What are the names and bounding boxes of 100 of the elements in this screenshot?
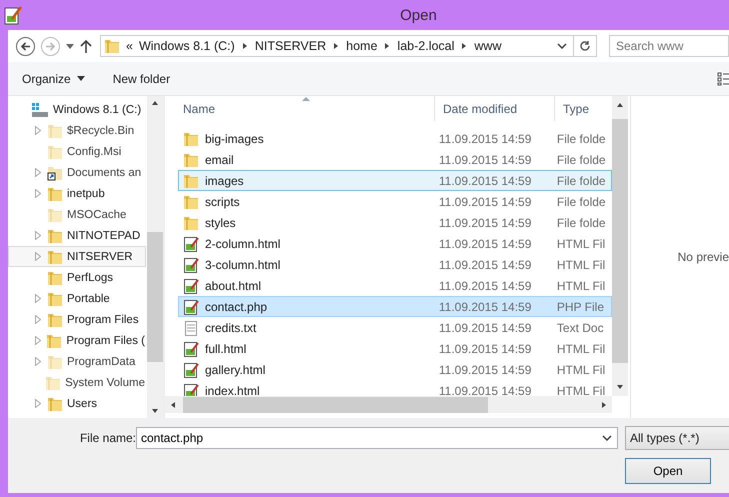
expand-arrow-icon[interactable] <box>35 252 41 261</box>
file-row[interactable]: contact.php 11.09.2015 14:59 PHP File <box>178 296 612 317</box>
tree-item-label: Users <box>67 398 98 410</box>
scroll-down-icon <box>151 407 159 415</box>
tree-item[interactable]: MSOCache <box>8 204 146 225</box>
tree-item-label: $Recycle.Bin <box>67 124 134 136</box>
file-row[interactable]: credits.txt 11.09.2015 14:59 Text Doc <box>178 317 612 338</box>
expand-arrow-icon[interactable] <box>35 189 41 198</box>
tree-item[interactable]: NITNOTEPAD <box>8 225 146 246</box>
view-options-icon[interactable] <box>717 72 729 86</box>
expand-arrow-icon[interactable] <box>35 315 41 324</box>
tree-item-label: Program Files ( <box>66 334 145 346</box>
forward-button[interactable] <box>41 36 60 56</box>
tree-scrollbar[interactable] <box>147 96 163 418</box>
file-name: credits.txt <box>205 320 256 334</box>
tree-item[interactable]: Users <box>8 393 146 414</box>
caret-icon <box>66 44 74 48</box>
expand-arrow-icon[interactable] <box>35 168 41 177</box>
tree-item[interactable]: System Volume <box>8 372 146 393</box>
type-cell-text: File folde <box>556 152 607 166</box>
folder-icon <box>183 130 199 146</box>
file-row[interactable]: email 11.09.2015 14:59 File folde <box>178 149 612 170</box>
date-cell-text: 11.09.2015 14:59 <box>438 174 532 188</box>
file-row[interactable]: scripts 11.09.2015 14:59 File folde <box>178 191 612 212</box>
date-cell-text: 11.09.2015 14:59 <box>438 216 532 230</box>
tree-item[interactable]: Windows 8.1 (C:) <box>8 99 146 120</box>
file-name: scripts <box>205 194 240 208</box>
file-scrollbar[interactable] <box>612 96 628 396</box>
file-name: styles <box>205 216 236 230</box>
script-file-icon <box>183 340 199 356</box>
chevron-down-icon[interactable] <box>557 43 567 49</box>
folder-icon <box>46 332 62 348</box>
folder-icon <box>183 214 199 230</box>
open-button[interactable]: Open <box>625 458 711 484</box>
type-cell-text: HTML Fil <box>556 236 606 250</box>
folder-icon <box>183 194 199 210</box>
breadcrumb[interactable]: lab-2.local <box>397 39 454 53</box>
type-cell-text: PHP File <box>556 300 606 314</box>
file-name-field[interactable]: contact.php <box>136 427 618 449</box>
file-name: gallery.html <box>205 362 266 376</box>
file-name: full.html <box>205 342 246 356</box>
file-row[interactable]: styles 11.09.2015 14:59 File folde <box>178 212 612 233</box>
tree-item[interactable]: inetpub <box>8 183 146 204</box>
overflow-chevron[interactable]: « <box>126 39 133 53</box>
tree-item[interactable]: Program Files <box>8 309 146 330</box>
breadcrumb[interactable]: www <box>474 39 502 53</box>
horizontal-scrollbar[interactable] <box>165 396 612 413</box>
file-row[interactable]: images 11.09.2015 14:59 File folde <box>178 170 612 191</box>
new-folder-button[interactable]: New folder <box>112 72 170 86</box>
tree-item-label: PerfLogs <box>67 272 114 284</box>
tree-item-label: Documents an <box>67 166 142 178</box>
file-row[interactable]: 3-column.html 11.09.2015 14:59 HTML Fil <box>178 254 612 275</box>
date-cell-text: 11.09.2015 14:59 <box>438 300 532 314</box>
back-button[interactable] <box>16 36 35 56</box>
type-cell-text: File folde <box>556 132 607 146</box>
breadcrumb[interactable]: NITSERVER <box>254 39 326 53</box>
file-row[interactable]: about.html 11.09.2015 14:59 HTML Fil <box>178 275 612 296</box>
column-header[interactable]: Type <box>555 96 612 121</box>
type-cell-text: HTML Fil <box>556 278 606 292</box>
expand-arrow-icon[interactable] <box>35 399 41 408</box>
tree-item[interactable]: NITSERVER <box>8 246 146 267</box>
breadcrumb[interactable]: home <box>346 39 378 53</box>
breadcrumb[interactable]: Windows 8.1 (C:) <box>138 39 235 53</box>
up-button[interactable] <box>80 39 92 53</box>
sort-arrow-icon <box>302 96 310 101</box>
file-row[interactable]: gallery.html 11.09.2015 14:59 HTML Fil <box>178 359 612 380</box>
tree-item-label: Program Files <box>67 314 139 326</box>
chevron-down-icon[interactable] <box>602 435 612 441</box>
tree-item[interactable]: Config.Msi <box>8 141 146 162</box>
expand-arrow-icon[interactable] <box>35 336 41 345</box>
tree-item[interactable]: $Recycle.Bin <box>8 120 146 141</box>
organize-menu[interactable]: Organize <box>22 72 85 86</box>
tree-item[interactable]: Documents an <box>8 162 146 183</box>
tree-item[interactable]: Portable <box>8 288 146 309</box>
up-arrow-icon <box>80 39 92 53</box>
text-file-icon <box>183 320 199 336</box>
file-row[interactable]: big-images 11.09.2015 14:59 File folde <box>178 128 612 149</box>
expand-arrow-icon[interactable] <box>35 294 41 303</box>
recent-locations-button[interactable] <box>66 44 74 48</box>
refresh-icon <box>579 40 591 52</box>
expand-arrow-icon[interactable] <box>35 231 41 240</box>
search-field[interactable]: Search www <box>609 35 729 57</box>
tree-item[interactable]: ProgramData <box>8 351 146 372</box>
script-file-icon <box>183 256 199 272</box>
type-cell-text: Text Doc <box>556 320 605 334</box>
file-row[interactable]: 2-column.html 11.09.2015 14:59 HTML Fil <box>178 233 612 254</box>
tree-item[interactable]: Program Files ( <box>8 330 146 351</box>
folder-icon <box>47 396 63 412</box>
expand-arrow-icon[interactable] <box>35 357 41 366</box>
tree-item-label: MSOCache <box>67 208 126 220</box>
address-bar[interactable]: « Windows 8.1 (C:) NITSERVER home lab-2.local www <box>100 35 597 57</box>
file-name: 2-column.html <box>205 236 280 250</box>
file-row[interactable]: full.html 11.09.2015 14:59 HTML Fil <box>178 338 612 359</box>
date-cell-text: 11.09.2015 14:59 <box>438 384 532 396</box>
column-header[interactable]: Date modified <box>435 96 555 121</box>
expand-arrow-icon[interactable] <box>35 126 41 135</box>
file-type-dropdown[interactable]: All types (*.*) <box>625 426 729 450</box>
file-name-label: File name: <box>78 431 136 445</box>
tree-item[interactable]: PerfLogs <box>8 267 146 288</box>
tree-item-label: inetpub <box>67 188 105 200</box>
